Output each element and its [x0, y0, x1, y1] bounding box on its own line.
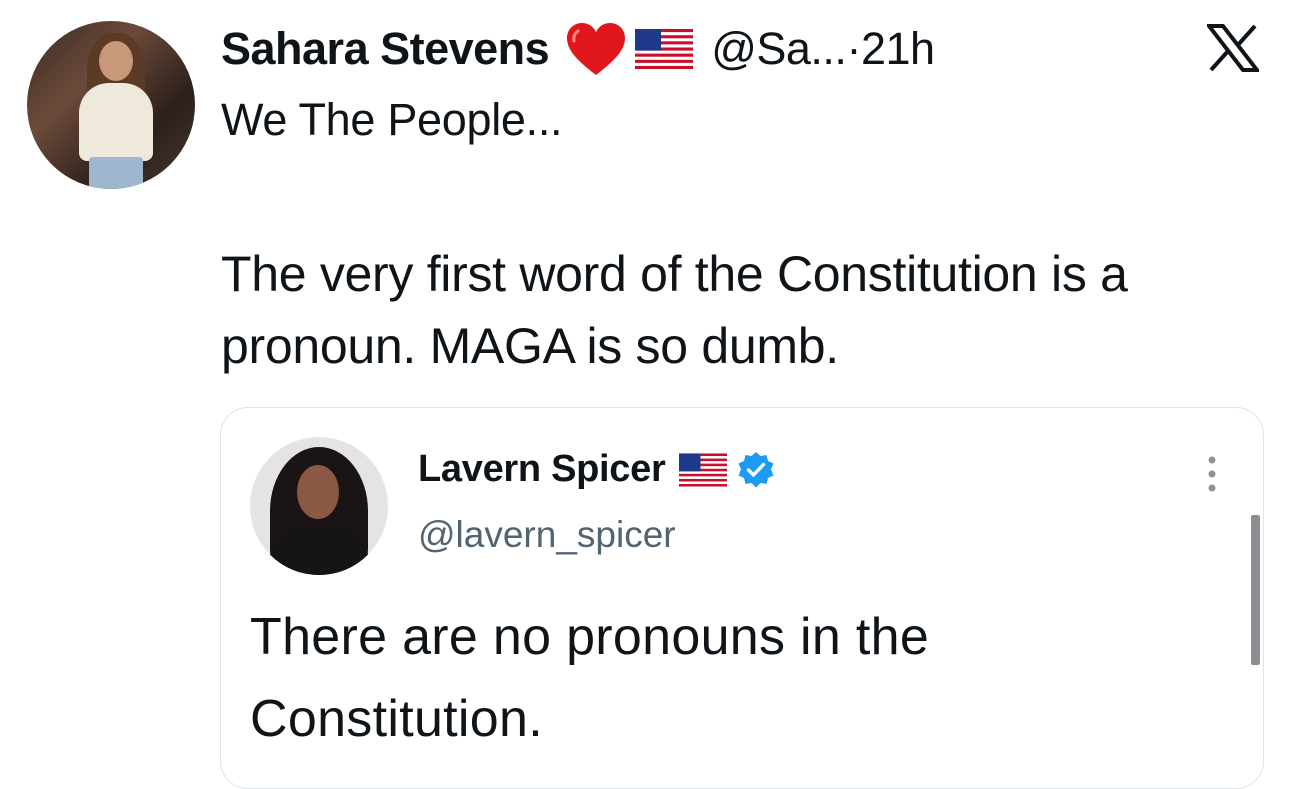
author-handle[interactable]: @Sa... — [711, 23, 847, 74]
red-heart-emoji — [567, 23, 626, 75]
quoted-tweet-text: There are no pronouns in the Constitutio… — [250, 608, 930, 748]
tweet-header: Sahara Stevens @Sa...·21h — [221, 14, 935, 84]
x-logo-icon[interactable] — [1207, 24, 1259, 72]
us-flag-emoji — [679, 452, 728, 487]
avatar-face — [99, 41, 133, 81]
quoted-author-name[interactable]: Lavern Spicer — [418, 448, 666, 491]
avatar-sweater — [79, 83, 153, 161]
quoted-author-handle[interactable]: @lavern_spicer — [418, 514, 676, 556]
quoted-tweet-header: Lavern Spicer — [418, 448, 775, 491]
us-flag-emoji — [635, 29, 694, 69]
more-vertical-icon[interactable] — [1205, 452, 1219, 496]
avatar-face — [297, 465, 339, 519]
author-avatar[interactable] — [27, 21, 195, 189]
verified-badge-icon — [738, 451, 774, 487]
quoted-author-avatar[interactable] — [250, 437, 388, 575]
author-name[interactable]: Sahara Stevens — [221, 23, 550, 75]
timestamp[interactable]: 21h — [861, 23, 935, 74]
tweet-first-line: We The People... — [221, 94, 563, 145]
author-handle-time[interactable]: @Sa...·21h — [711, 23, 935, 75]
tweet-body: The very first word of the Constitution … — [221, 246, 1128, 374]
separator-dot: · — [846, 23, 861, 74]
scrollbar-thumb[interactable] — [1251, 515, 1260, 665]
avatar-jeans — [89, 157, 143, 189]
